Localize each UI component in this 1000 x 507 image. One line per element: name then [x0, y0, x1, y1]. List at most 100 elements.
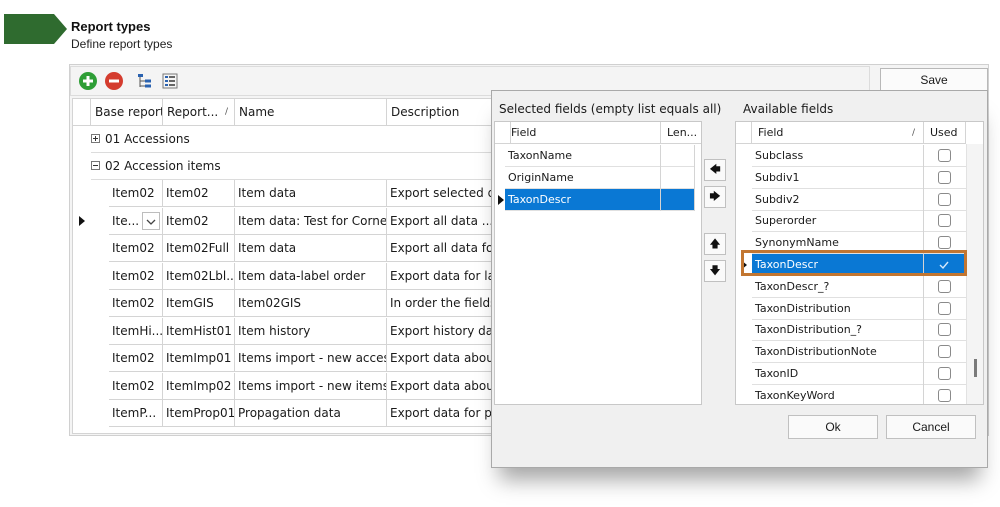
group-row-accession-items[interactable]: 02 Accession items	[91, 153, 491, 180]
cell-name[interactable]: Item02GIS	[235, 290, 387, 317]
cell-desc[interactable]: Export history dat...	[387, 318, 491, 345]
cell-base[interactable]: Item02	[109, 372, 163, 400]
list-item[interactable]: TaxonDistributionNote	[752, 341, 966, 364]
cell-report[interactable]: Item02Lbl...	[163, 262, 235, 290]
cell-name[interactable]: Item data	[235, 180, 387, 207]
cell-name[interactable]: Item data	[235, 235, 387, 262]
cell-desc[interactable]: In order the fields ...	[387, 290, 491, 317]
used-cell[interactable]	[924, 363, 966, 385]
scrollbar-thumb[interactable]	[974, 359, 977, 377]
used-checkbox[interactable]	[938, 192, 951, 206]
expand-icon[interactable]	[91, 134, 100, 143]
used-checkbox[interactable]	[938, 236, 951, 250]
cell-base[interactable]: Item02	[109, 345, 163, 372]
table-row[interactable]: ItemP... ItemProp01 Propagation data Export…	[109, 400, 491, 427]
table-row[interactable]: ItemHi... ItemHist01 Item history Export hi…	[109, 317, 491, 345]
move-up-button[interactable]: 🡅	[704, 233, 726, 255]
move-down-button[interactable]: 🡇	[704, 260, 726, 282]
cell-base[interactable]: ItemHi...	[109, 317, 163, 345]
used-cell[interactable]	[924, 298, 966, 320]
tree-view-icon[interactable]	[133, 70, 155, 92]
cell-report[interactable]: ItemImp02	[163, 372, 235, 400]
list-item[interactable]: TaxonDescr_?	[752, 275, 966, 298]
table-row[interactable]: Item02 ItemGIS Item02GIS In order the field…	[109, 290, 491, 317]
cell-report[interactable]: Item02	[163, 180, 235, 207]
used-cell[interactable]	[924, 341, 966, 363]
table-row[interactable]: Item02 ItemImp01 Items import - new acces.…	[109, 345, 491, 372]
move-right-button[interactable]: 🡆	[704, 186, 726, 208]
used-checkbox[interactable]	[938, 388, 951, 402]
cell-name[interactable]: Propagation data	[235, 400, 387, 427]
list-item[interactable]: TaxonDistribution	[752, 297, 966, 320]
used-checkbox[interactable]	[938, 149, 951, 162]
cell-desc[interactable]: Export data about...	[387, 373, 491, 400]
cell-report[interactable]: Item02Full	[163, 235, 235, 262]
used-cell[interactable]	[924, 145, 966, 167]
chevron-down-icon[interactable]	[142, 211, 160, 230]
list-item[interactable]: Subdiv1	[752, 166, 966, 189]
table-row[interactable]: Item02 Item02 Item data Export selected da.…	[109, 180, 491, 207]
list-item[interactable]: TaxonDistribution_?	[752, 319, 966, 342]
column-header-used[interactable]: Used	[924, 122, 966, 144]
cell-report[interactable]: ItemProp01	[163, 400, 235, 427]
cell-name[interactable]: Item data-label order	[235, 262, 387, 290]
cell-base[interactable]: Item02	[109, 290, 163, 317]
used-checkbox[interactable]	[938, 279, 951, 293]
column-header-field[interactable]: Field /	[752, 122, 924, 144]
cell-desc[interactable]: Export selected da...	[387, 180, 491, 207]
used-checkbox[interactable]	[938, 170, 951, 184]
used-cell[interactable]	[924, 276, 966, 298]
column-header-length[interactable]: Len...	[661, 122, 701, 144]
list-item[interactable]: Subdiv2	[752, 188, 966, 211]
cell-report[interactable]: ItemImp01	[163, 345, 235, 372]
column-header-base-report[interactable]: Base report	[91, 99, 163, 126]
used-checkbox[interactable]	[938, 214, 951, 228]
cell-desc[interactable]: Export all data ...	[387, 208, 491, 235]
collapse-icon[interactable]	[91, 161, 100, 170]
list-item[interactable]: TaxonID	[752, 363, 966, 385]
field-length[interactable]	[661, 145, 695, 167]
cancel-button[interactable]: Cancel	[886, 415, 976, 439]
list-item[interactable]: TaxonName	[505, 145, 695, 167]
scrollbar[interactable]	[966, 144, 983, 404]
used-cell[interactable]	[924, 189, 966, 211]
selected-fields-list[interactable]: Field Len... TaxonName OriginName TaxonDes…	[494, 121, 702, 405]
list-item[interactable]: Superorder	[752, 210, 966, 233]
used-cell[interactable]	[924, 210, 966, 232]
used-checkbox[interactable]	[938, 345, 951, 359]
cell-base[interactable]: Item02	[109, 180, 163, 207]
cell-report[interactable]: ItemHist01	[163, 317, 235, 345]
cell-desc[interactable]: Export data about...	[387, 345, 491, 372]
cell-name[interactable]: Items import - new acces...	[235, 345, 387, 372]
cell-name[interactable]: Item history	[235, 317, 387, 345]
column-header-description[interactable]: Description	[387, 99, 491, 126]
used-checkbox[interactable]	[938, 367, 951, 380]
list-item[interactable]: Subclass	[752, 145, 966, 167]
table-row[interactable]: Item02 Item02Lbl... Item data-label order E…	[109, 262, 491, 290]
list-view-icon[interactable]	[159, 70, 181, 92]
cell-base[interactable]: Item02	[109, 262, 163, 290]
cell-desc[interactable]: Export data for la...	[387, 263, 491, 290]
used-cell[interactable]	[924, 319, 966, 341]
cell-base[interactable]: Item02	[109, 235, 163, 262]
table-row[interactable]: Item02 ItemImp02 Items import - new items E…	[109, 372, 491, 400]
cell-base[interactable]: Ite...	[109, 207, 163, 235]
cell-name[interactable]: Items import - new items	[235, 372, 387, 400]
list-item[interactable]: TaxonDescr	[505, 189, 695, 211]
cell-name[interactable]: Item data: Test for Cornell	[235, 207, 387, 235]
used-checkbox[interactable]	[938, 323, 951, 337]
field-length[interactable]	[661, 189, 695, 211]
column-header-report[interactable]: Report... /	[163, 99, 235, 126]
column-header-name[interactable]: Name	[235, 99, 387, 126]
table-row[interactable]: Ite... Item02 Item data: Test for Cornell E…	[109, 207, 491, 235]
list-item[interactable]: TaxonKeyWord	[752, 384, 966, 404]
cell-report[interactable]: ItemGIS	[163, 290, 235, 317]
cell-desc[interactable]: Export all data for...	[387, 235, 491, 262]
ok-button[interactable]: Ok	[788, 415, 878, 439]
remove-icon[interactable]	[103, 70, 125, 92]
cell-desc[interactable]: Export data for pr...	[387, 400, 491, 427]
group-row-accessions[interactable]: 01 Accessions	[91, 126, 491, 153]
used-cell[interactable]	[924, 167, 966, 189]
list-item[interactable]: OriginName	[505, 167, 695, 189]
used-checkbox[interactable]	[938, 301, 951, 315]
